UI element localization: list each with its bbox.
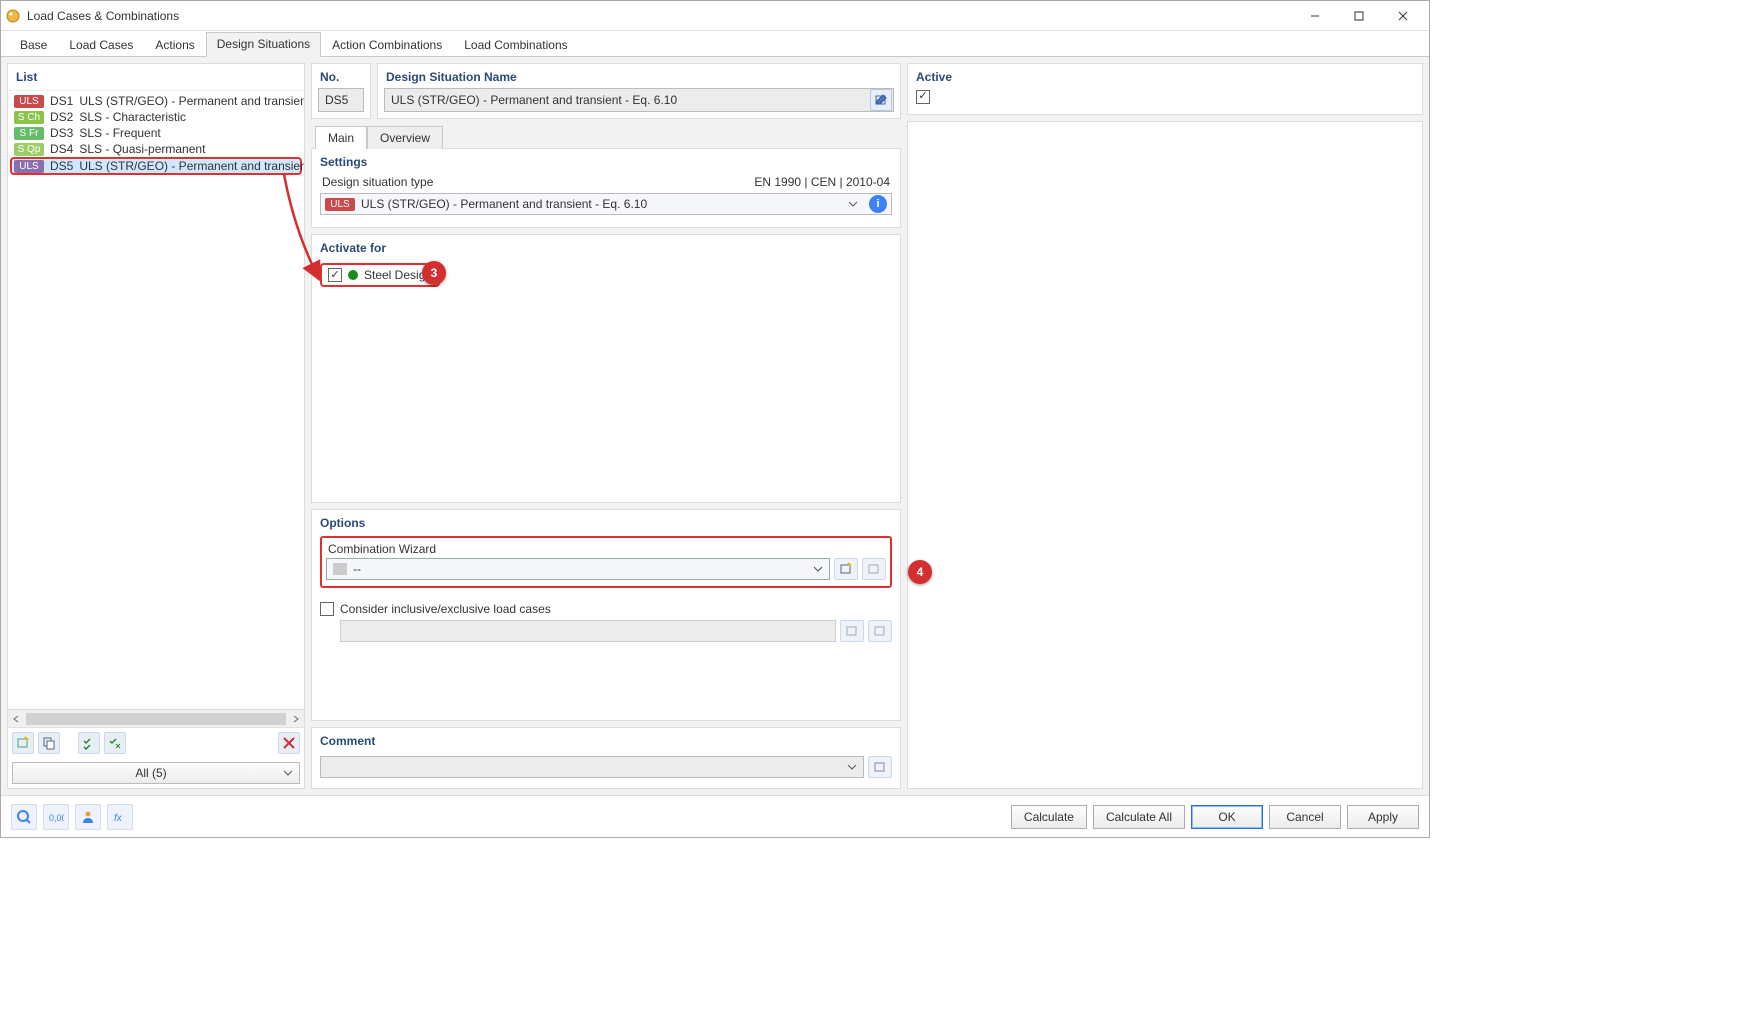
- maximize-button[interactable]: [1337, 2, 1381, 30]
- check-all-button[interactable]: [78, 732, 100, 754]
- consider-new-button[interactable]: [840, 620, 864, 642]
- chevron-down-icon: [283, 770, 293, 776]
- list-panel: List ULS DS1 ULS (STR/GEO) - Permanent a…: [7, 63, 305, 789]
- settings-panel: Settings Design situation type EN 1990 |…: [311, 148, 901, 228]
- chevron-down-icon: [847, 201, 859, 207]
- app-icon: [5, 8, 21, 24]
- tag-badge: S Fr: [14, 127, 44, 140]
- info-icon[interactable]: i: [869, 195, 887, 213]
- calculate-button[interactable]: Calculate: [1011, 805, 1087, 829]
- options-panel: Options Combination Wizard --: [311, 509, 901, 721]
- horizontal-scrollbar[interactable]: [8, 709, 304, 727]
- window-title: Load Cases & Combinations: [27, 9, 1293, 23]
- comment-dropdown[interactable]: [320, 756, 864, 778]
- list-item-selected[interactable]: ULS DS5 ULS (STR/GEO) - Permanent and tr…: [10, 157, 302, 175]
- list-filter-dropdown[interactable]: All (5): [12, 762, 300, 784]
- tag-badge: ULS: [14, 95, 44, 108]
- list-item[interactable]: ULS DS1 ULS (STR/GEO) - Permanent and tr…: [10, 93, 302, 109]
- delete-item-button[interactable]: [278, 732, 300, 754]
- close-button[interactable]: [1381, 2, 1425, 30]
- subtab-main[interactable]: Main: [315, 126, 367, 149]
- tag-badge: ULS: [325, 198, 355, 211]
- sub-tabs: Main Overview: [311, 125, 901, 148]
- calculate-all-button[interactable]: Calculate All: [1093, 805, 1185, 829]
- help-button[interactable]: [11, 804, 37, 830]
- units-button[interactable]: 0,00: [43, 804, 69, 830]
- preview-panel: [907, 121, 1423, 790]
- list-toolbar: [8, 727, 304, 758]
- list-item[interactable]: S Ch DS2 SLS - Characteristic: [10, 109, 302, 125]
- steel-design-checkbox[interactable]: [328, 268, 342, 282]
- list-item[interactable]: S Fr DS3 SLS - Frequent: [10, 125, 302, 141]
- tab-base[interactable]: Base: [9, 33, 58, 57]
- tab-load-cases[interactable]: Load Cases: [58, 33, 144, 57]
- consider-checkbox[interactable]: [320, 602, 334, 616]
- active-panel: Active: [907, 63, 1423, 115]
- main-tabs: Base Load Cases Actions Design Situation…: [1, 31, 1429, 57]
- scroll-thumb[interactable]: [26, 713, 286, 725]
- svg-text:fx: fx: [114, 813, 123, 824]
- svg-text:0,00: 0,00: [49, 813, 64, 823]
- callout-4: 4: [908, 560, 932, 584]
- wizard-edit-button[interactable]: [862, 558, 886, 580]
- uncheck-all-button[interactable]: [104, 732, 126, 754]
- no-panel: No. DS5: [311, 63, 371, 119]
- color-swatch: [333, 563, 347, 575]
- list-header: List: [8, 64, 304, 91]
- wizard-new-button[interactable]: [834, 558, 858, 580]
- tag-badge: S Ch: [14, 111, 44, 124]
- active-checkbox[interactable]: [916, 90, 930, 104]
- tab-load-combinations[interactable]: Load Combinations: [453, 33, 578, 57]
- ok-button[interactable]: OK: [1191, 805, 1263, 829]
- tab-design-situations[interactable]: Design Situations: [206, 32, 321, 57]
- person-button[interactable]: [75, 804, 101, 830]
- chevron-down-icon: [847, 764, 857, 770]
- tab-action-combinations[interactable]: Action Combinations: [321, 33, 453, 57]
- scroll-right-icon: [292, 715, 300, 723]
- name-panel: Design Situation Name ULS (STR/GEO) - Pe…: [377, 63, 901, 119]
- callout-3: 3: [422, 261, 446, 285]
- comment-panel: Comment: [311, 727, 901, 789]
- tag-badge: ULS: [14, 160, 44, 173]
- name-field[interactable]: ULS (STR/GEO) - Permanent and transient …: [384, 88, 894, 112]
- tab-actions[interactable]: Actions: [144, 33, 205, 57]
- chevron-down-icon: [813, 566, 823, 572]
- dialog-footer: 0,00 fx Calculate Calculate All OK Cance…: [1, 795, 1429, 837]
- combination-wizard-dropdown[interactable]: --: [326, 558, 830, 580]
- cancel-button[interactable]: Cancel: [1269, 805, 1341, 829]
- edit-name-button[interactable]: [870, 89, 892, 111]
- comment-edit-button[interactable]: [868, 756, 892, 778]
- scroll-left-icon: [12, 715, 20, 723]
- combination-wizard-group: Combination Wizard --: [320, 536, 892, 588]
- subtab-overview[interactable]: Overview: [367, 126, 443, 149]
- titlebar: Load Cases & Combinations: [1, 1, 1429, 31]
- consider-field: [340, 620, 836, 642]
- fx-button[interactable]: fx: [107, 804, 133, 830]
- new-item-button[interactable]: [12, 732, 34, 754]
- design-situation-type-dropdown[interactable]: ULS ULS (STR/GEO) - Permanent and transi…: [320, 193, 892, 215]
- copy-item-button[interactable]: [38, 732, 60, 754]
- no-field[interactable]: DS5: [318, 88, 364, 112]
- design-situation-list[interactable]: ULS DS1 ULS (STR/GEO) - Permanent and tr…: [8, 91, 304, 709]
- list-item[interactable]: S Qp DS4 SLS - Quasi-permanent: [10, 141, 302, 157]
- consider-edit-button[interactable]: [868, 620, 892, 642]
- minimize-button[interactable]: [1293, 2, 1337, 30]
- status-dot-icon: [348, 270, 358, 280]
- apply-button[interactable]: Apply: [1347, 805, 1419, 829]
- tag-badge: S Qp: [14, 143, 44, 156]
- activate-panel: Activate for Steel Design: [311, 234, 901, 503]
